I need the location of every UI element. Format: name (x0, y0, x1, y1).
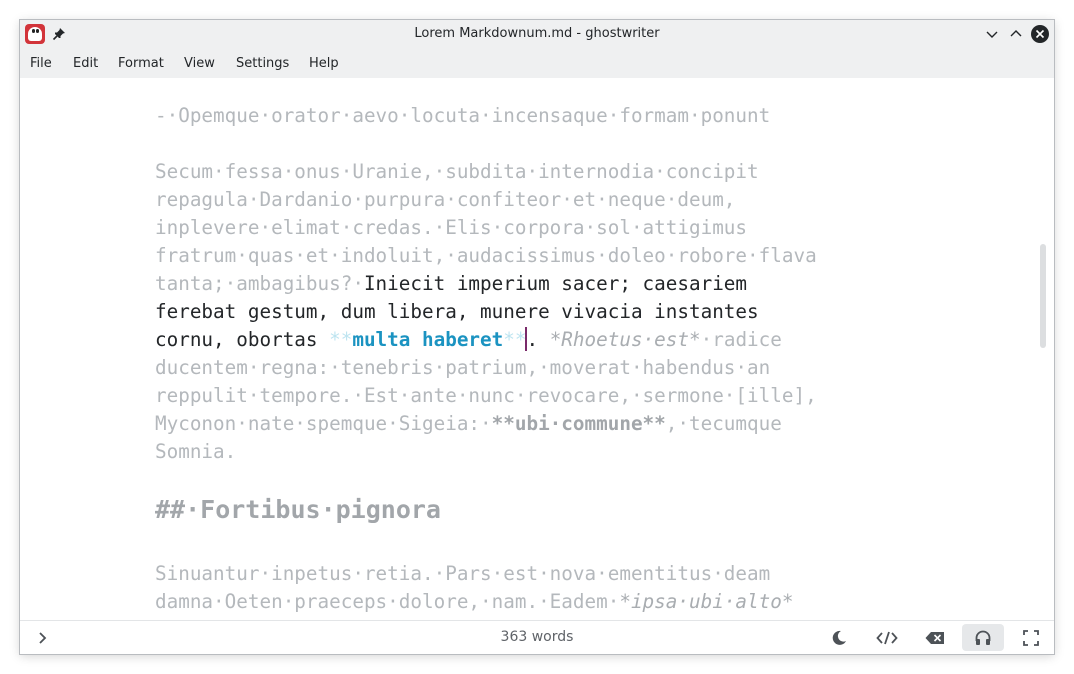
headphones-icon[interactable] (974, 629, 992, 647)
menu-file[interactable]: File (30, 56, 52, 71)
fullscreen-icon[interactable] (1022, 629, 1040, 647)
editor-line: -·Opemque·orator·aevo·locuta·incensaque·… (155, 104, 771, 127)
editor-line: Secum·fessa·onus·Uranie,·subdita·interno… (155, 160, 759, 183)
moon-icon[interactable] (830, 629, 848, 647)
bold-marker: ** (503, 328, 527, 351)
markdown-heading: ##·Fortibus·pignora (155, 495, 441, 524)
app-window: Lorem Markdownum.md - ghostwriter File E… (20, 20, 1054, 654)
dim-text: damna·Oeten·praeceps·dolore,·nam.·Eadem· (155, 590, 620, 613)
focused-sentence-text: cornu, obortas (155, 328, 330, 351)
backspace-icon[interactable] (924, 629, 946, 647)
editor-line: tanta;·ambagibus?·Iniecit imperium sacer… (155, 270, 747, 298)
editor-line: ducentem·regna:·tenebris·patrium,·movera… (155, 356, 771, 379)
menu-settings[interactable]: Settings (236, 56, 289, 71)
title-bar[interactable]: Lorem Markdownum.md - ghostwriter (20, 20, 1054, 48)
italic-text: *Rhoetus·est* (538, 328, 701, 351)
menu-edit[interactable]: Edit (73, 56, 98, 71)
menu-bar: File Edit Format View Settings Help (20, 48, 1054, 78)
word-count: 363 words (500, 629, 574, 645)
bold-marker: ** (329, 328, 353, 351)
editor-line: cornu, obortas **multa haberet**. *Rhoet… (155, 326, 782, 354)
code-icon[interactable] (876, 629, 898, 647)
focused-sentence-text: . (526, 328, 539, 351)
italic-text: *ipsa·ubi·alto* (619, 590, 794, 613)
editor-line: reppulit·tempore.·Est·ante·nunc·revocare… (155, 384, 817, 407)
menu-help[interactable]: Help (309, 56, 339, 71)
editor-line: repagula·Dardanio·purpura·confiteor·et·n… (155, 188, 736, 211)
dim-text: ,·tecumque (665, 412, 782, 435)
bold-text: **ubi·commune** (491, 412, 666, 435)
editor-line: inplevere·elimat·credas.·Elis·corpora·so… (155, 216, 748, 239)
editor-line: damna·Oeten·praeceps·dolore,·nam.·Eadem·… (155, 588, 793, 616)
editor-line: fratrum·quas·et·indoluit,·audacissimus·d… (155, 244, 817, 267)
menu-format[interactable]: Format (118, 56, 164, 71)
close-icon[interactable] (1031, 25, 1049, 43)
editor-line: Sinuantur·inpetus·retia.·Pars·est·nova·e… (155, 562, 771, 585)
dim-text: ·radice (700, 328, 782, 351)
focused-sentence-text: Iniecit imperium sacer; caesariem (363, 272, 748, 295)
dim-text: Myconon·nate·spemque·Sigeia:· (155, 412, 492, 435)
editor-line: Myconon·nate·spemque·Sigeia:·**ubi·commu… (155, 410, 782, 438)
focused-sentence-text: ferebat gestum, dum libera, munere vivac… (155, 300, 759, 323)
chevron-up-icon[interactable] (1007, 25, 1025, 43)
menu-view[interactable]: View (184, 56, 215, 71)
vertical-scrollbar[interactable] (1040, 244, 1046, 348)
chevron-down-icon[interactable] (983, 25, 1001, 43)
window-title: Lorem Markdownum.md - ghostwriter (414, 26, 660, 41)
dim-text: tanta;·ambagibus?· (155, 272, 364, 295)
markdown-editor[interactable]: -·Opemque·orator·aevo·locuta·incensaque·… (20, 78, 1054, 621)
status-bar: 363 words (20, 620, 1054, 654)
editor-line: Somnia. (155, 440, 237, 463)
bold-text: multa haberet (352, 328, 504, 351)
